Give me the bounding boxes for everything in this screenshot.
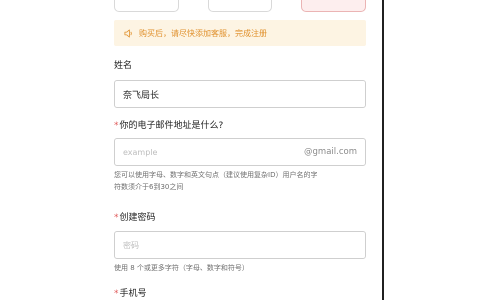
screen-edge	[382, 0, 384, 300]
required-mark: *	[114, 213, 119, 223]
password-field[interactable]: 密码	[114, 231, 366, 259]
email-help-line2: 符数须介于6到30之间	[114, 183, 184, 191]
email-label-text: 你的电子邮件地址是什么?	[119, 121, 224, 131]
name-label: 姓名	[114, 61, 133, 71]
email-placeholder: example	[123, 147, 158, 157]
phone-label-text: 手机号	[119, 289, 147, 299]
password-label: *创建密码	[114, 210, 156, 223]
speaker-icon	[124, 28, 133, 38]
notice-banner: 购买后，请尽快添加客服，完成注册	[114, 20, 366, 46]
email-domain-suffix: @gmail.com	[304, 147, 357, 157]
password-placeholder: 密码	[123, 240, 139, 250]
email-help: 您可以使用字母、数字和英文句点（建议使用复杂ID）用户名的字 符数须介于6到30…	[114, 169, 368, 193]
email-label: *你的电子邮件地址是什么?	[114, 118, 223, 131]
password-label-text: 创建密码	[119, 213, 156, 223]
password-help: 使用 8 个或更多字符（字母、数字和符号）	[114, 264, 249, 272]
name-value: 奈飞局长	[123, 90, 160, 101]
name-field[interactable]: 奈飞局长	[114, 80, 366, 108]
plan-option-3-selected[interactable]	[301, 0, 366, 12]
phone-label: *手机号	[114, 286, 147, 299]
plan-option-2[interactable]	[208, 0, 272, 12]
email-help-line1: 您可以使用字母、数字和英文句点（建议使用复杂ID）用户名的字	[114, 171, 318, 179]
email-field[interactable]: example @gmail.com	[114, 138, 366, 166]
plan-option-1[interactable]	[114, 0, 179, 12]
required-mark: *	[114, 121, 119, 131]
required-mark: *	[114, 289, 119, 299]
notice-text: 购买后，请尽快添加客服，完成注册	[139, 28, 267, 38]
registration-panel: 购买后，请尽快添加客服，完成注册 姓名 奈飞局长 *你的电子邮件地址是什么? e…	[100, 0, 382, 300]
